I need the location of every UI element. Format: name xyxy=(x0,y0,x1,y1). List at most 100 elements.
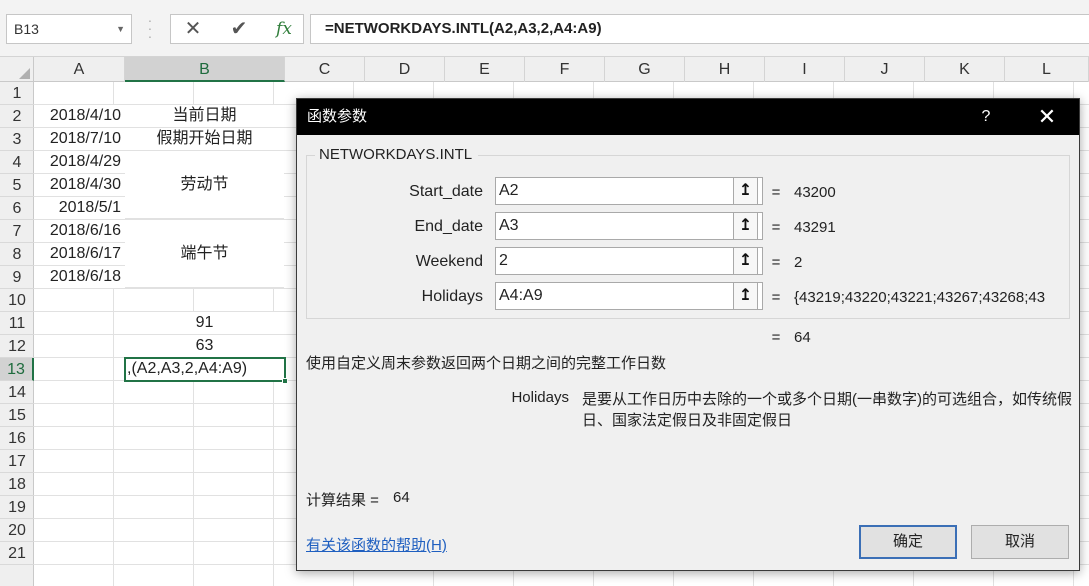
row-header-19[interactable]: 19 xyxy=(0,496,34,519)
close-icon[interactable]: ✕ xyxy=(1025,99,1069,135)
help-icon[interactable]: ? xyxy=(971,99,1001,135)
column-header-b[interactable]: B xyxy=(125,57,285,82)
collapse-dialog-icon[interactable]: ↥ xyxy=(733,212,758,240)
end-date-input[interactable]: A3 xyxy=(495,212,763,240)
equals-sign: = xyxy=(771,289,781,306)
row-header-5[interactable]: 5 xyxy=(0,174,34,197)
arg-value-end-date: 43291 xyxy=(794,219,836,236)
row-headers: 1 2 3 4 5 6 7 8 9 10 11 12 13 14 15 16 1… xyxy=(0,82,34,586)
name-box-value: B13 xyxy=(14,21,39,37)
cell-a2[interactable]: 2018/4/10 xyxy=(34,105,124,127)
cell-a4[interactable]: 2018/4/29 xyxy=(34,151,124,173)
cancel-button[interactable]: 取消 xyxy=(971,525,1069,559)
cell-a6[interactable]: 2018/5/1 xyxy=(34,197,124,219)
start-date-input[interactable]: A2 xyxy=(495,177,763,205)
holidays-input[interactable]: A4:A9 xyxy=(495,282,763,310)
row-header-13[interactable]: 13 xyxy=(0,358,34,381)
column-header-h[interactable]: H xyxy=(685,57,765,82)
cell-a7[interactable]: 2018/6/16 xyxy=(34,220,124,242)
row-header-8[interactable]: 8 xyxy=(0,243,34,266)
row-header-14[interactable]: 14 xyxy=(0,381,34,404)
dialog-title: 函数参数 xyxy=(307,108,368,125)
equals-sign: = xyxy=(771,254,781,271)
column-header-e[interactable]: E xyxy=(445,57,525,82)
merged-cell-b4-b6[interactable]: 劳动节 xyxy=(125,151,284,219)
column-header-f[interactable]: F xyxy=(525,57,605,82)
result-value: 64 xyxy=(393,489,410,506)
collapse-dialog-icon[interactable]: ↥ xyxy=(733,177,758,205)
arg-value-holidays: {43219;43220;43221;43267;43268;43 xyxy=(794,289,1046,306)
formula-bar: B13 ▼ · · · ✕ ✔ fx =NETWORKDAYS.INTL(A2,A3… xyxy=(0,0,1089,57)
column-header-k[interactable]: K xyxy=(925,57,1005,82)
arg-label-end-date: End_date xyxy=(414,218,483,235)
arg-help-name: Holidays xyxy=(511,389,569,406)
column-header-g[interactable]: G xyxy=(605,57,685,82)
cell-a9[interactable]: 2018/6/18 xyxy=(34,266,124,288)
insert-function-icon[interactable]: fx xyxy=(269,15,299,43)
formula-bar-grip-icon[interactable]: · · · xyxy=(145,13,155,43)
column-headers: A B C D E F G H I J K L xyxy=(0,57,1089,82)
column-header-l[interactable]: L xyxy=(1005,57,1089,82)
arg-label-weekend: Weekend xyxy=(415,253,483,270)
row-header-17[interactable]: 17 xyxy=(0,450,34,473)
row-header-11[interactable]: 11 xyxy=(0,312,34,335)
column-header-i[interactable]: I xyxy=(765,57,845,82)
arg-value-start-date: 43200 xyxy=(794,184,836,201)
arg-label-start-date: Start_date xyxy=(409,183,483,200)
row-header-10[interactable]: 10 xyxy=(0,289,34,312)
cell-b2[interactable]: 当前日期 xyxy=(125,105,284,127)
collapse-dialog-icon[interactable]: ↥ xyxy=(733,247,758,275)
name-box[interactable]: B13 ▼ xyxy=(6,14,132,44)
excel-window: B13 ▼ · · · ✕ ✔ fx =NETWORKDAYS.INTL(A2,A3… xyxy=(0,0,1089,586)
cell-a5[interactable]: 2018/4/30 xyxy=(34,174,124,196)
function-name-label: NETWORKDAYS.INTL xyxy=(315,146,479,163)
row-header-15[interactable]: 15 xyxy=(0,404,34,427)
function-description: 使用自定义周末参数返回两个日期之间的完整工作日数 xyxy=(306,355,667,372)
cancel-entry-icon[interactable]: ✕ xyxy=(177,15,209,43)
column-header-d[interactable]: D xyxy=(365,57,445,82)
function-help-link[interactable]: 有关该函数的帮助(H) xyxy=(306,534,447,555)
column-header-c[interactable]: C xyxy=(285,57,365,82)
column-header-a[interactable]: A xyxy=(34,57,125,82)
dialog-title-bar[interactable]: 函数参数 ? ✕ xyxy=(297,99,1079,135)
arg-help-text: 是要从工作日历中去除的一个或多个日期(一串数字)的可选组合，如传统假日、国家法定… xyxy=(582,391,1072,429)
collapse-dialog-icon[interactable]: ↥ xyxy=(733,282,758,310)
ok-button[interactable]: 确定 xyxy=(859,525,957,559)
row-header-3[interactable]: 3 xyxy=(0,128,34,151)
arg-label-holidays: Holidays xyxy=(421,288,483,305)
cell-b11[interactable]: 91 xyxy=(125,312,284,334)
equals-sign: = xyxy=(771,184,781,201)
column-header-j[interactable]: J xyxy=(845,57,925,82)
weekend-input[interactable]: 2 xyxy=(495,247,763,275)
row-header-12[interactable]: 12 xyxy=(0,335,34,358)
row-header-2[interactable]: 2 xyxy=(0,105,34,128)
row-header-6[interactable]: 6 xyxy=(0,197,34,220)
row-header-4[interactable]: 4 xyxy=(0,151,34,174)
result-label: 计算结果 = xyxy=(306,492,379,509)
equals-sign: = xyxy=(771,329,781,346)
select-all-corner[interactable] xyxy=(0,57,34,82)
row-header-9[interactable]: 9 xyxy=(0,266,34,289)
equals-sign: = xyxy=(771,219,781,236)
row-header-7[interactable]: 7 xyxy=(0,220,34,243)
formula-input[interactable]: =NETWORKDAYS.INTL(A2,A3,2,A4:A9) xyxy=(310,14,1089,44)
arg-value-weekend: 2 xyxy=(794,254,803,271)
row-header-1[interactable]: 1 xyxy=(0,82,34,105)
formula-result-value: 64 xyxy=(794,329,811,346)
row-header-21[interactable]: 21 xyxy=(0,542,34,565)
function-arguments-dialog: 函数参数 ? ✕ NETWORKDAYS.INTL Start_date A2 … xyxy=(296,98,1080,571)
enter-check-icon[interactable]: ✔ xyxy=(223,15,255,43)
row-header-20[interactable]: 20 xyxy=(0,519,34,542)
name-box-dropdown-icon[interactable]: ▼ xyxy=(116,15,125,43)
select-all-triangle-icon xyxy=(19,68,30,79)
cell-b3[interactable]: 假期开始日期 xyxy=(125,128,284,150)
active-cell-b13[interactable]: ,(A2,A3,2,A4:A9) xyxy=(124,357,286,382)
fill-handle[interactable] xyxy=(282,378,288,384)
row-header-16[interactable]: 16 xyxy=(0,427,34,450)
cell-b12[interactable]: 63 xyxy=(125,335,284,357)
cell-a3[interactable]: 2018/7/10 xyxy=(34,128,124,150)
merged-cell-b7-b9[interactable]: 端午节 xyxy=(125,220,284,288)
row-header-18[interactable]: 18 xyxy=(0,473,34,496)
formula-bar-buttons: ✕ ✔ fx xyxy=(170,14,304,44)
cell-a8[interactable]: 2018/6/17 xyxy=(34,243,124,265)
